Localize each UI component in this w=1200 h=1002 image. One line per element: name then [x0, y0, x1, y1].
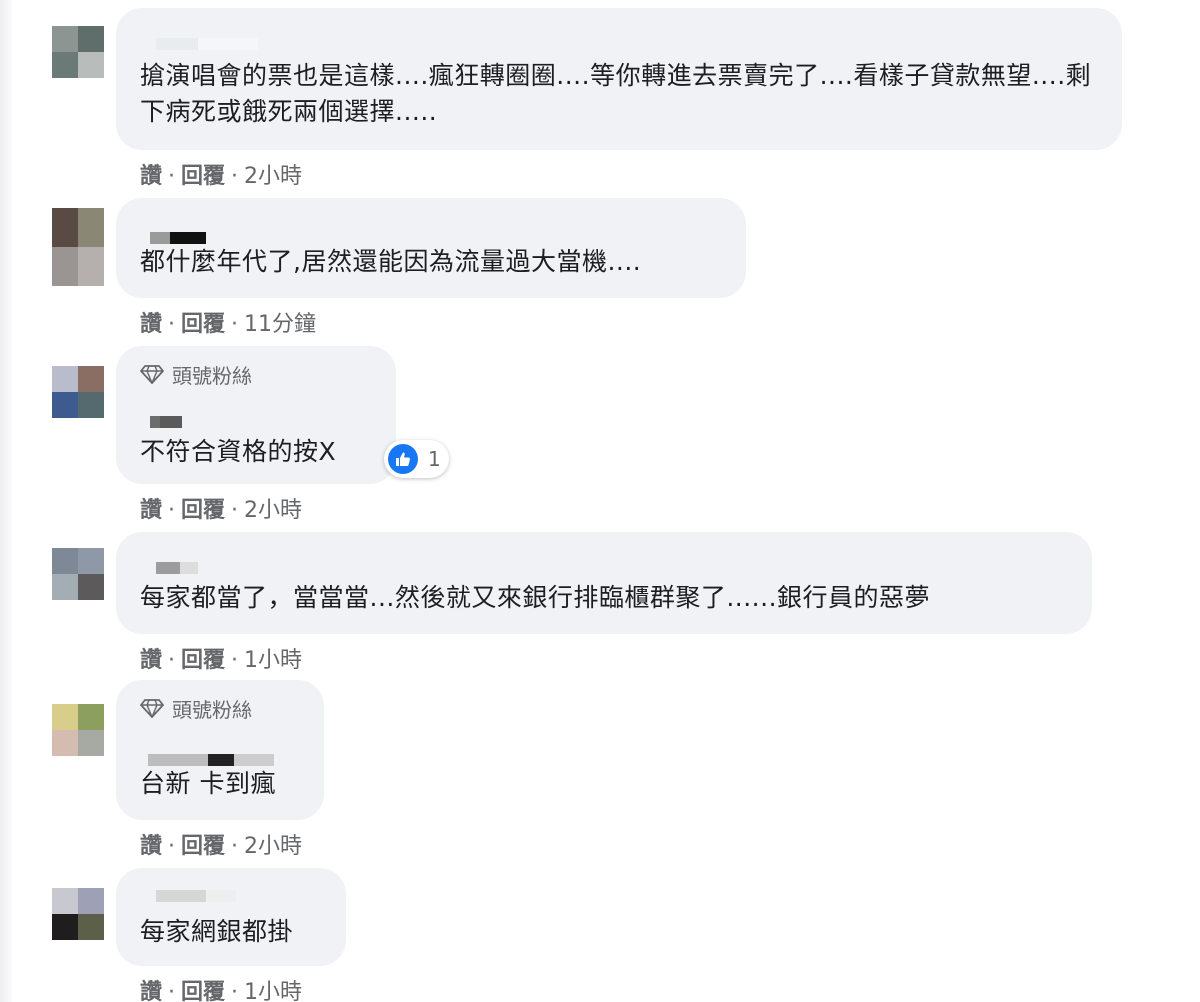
avatar-pixel: [78, 548, 104, 574]
comment-actions: 讚 · 回覆 · 2小時: [140, 834, 303, 859]
comment-bubble: 每家都當了，當當當...然後就又來銀行排臨櫃群聚了......銀行員的惡夢: [116, 532, 1092, 634]
avatar-pixel: [52, 704, 78, 730]
redacted-author-name: [150, 416, 182, 428]
comment-text: 台新 卡到瘋: [140, 769, 276, 798]
comment-bubble: 都什麼年代了,居然還能因為流量過大當機....: [116, 198, 746, 298]
avatar-pixel: [52, 730, 78, 756]
diamond-icon: [140, 699, 164, 718]
avatar[interactable]: [52, 366, 104, 418]
avatar-pixel: [78, 704, 104, 730]
reply-link[interactable]: 回覆: [181, 164, 225, 189]
timestamp-link[interactable]: 2小時: [244, 834, 302, 859]
like-link[interactable]: 讚: [140, 312, 162, 337]
avatar[interactable]: [52, 704, 104, 756]
avatar-pixel: [78, 208, 104, 247]
avatar-pixel: [78, 574, 104, 600]
like-link[interactable]: 讚: [140, 648, 162, 673]
avatar-pixel: [52, 208, 78, 247]
badge-label: 頭號粉絲: [172, 363, 252, 388]
avatar-pixel: [78, 730, 104, 756]
comment-actions: 讚 · 回覆 · 11分鐘: [140, 312, 317, 337]
avatar-pixel: [52, 914, 78, 940]
timestamp-link[interactable]: 2小時: [244, 164, 302, 189]
avatar-pixel: [78, 392, 104, 418]
avatar-pixel: [78, 888, 104, 914]
top-fan-badge: 頭號粉絲: [140, 694, 252, 722]
comment-text: 不符合資格的按X: [140, 437, 337, 466]
avatar-pixel: [52, 26, 78, 52]
avatar[interactable]: [52, 208, 104, 286]
reply-link[interactable]: 回覆: [181, 834, 225, 859]
avatar-pixel: [52, 392, 78, 418]
avatar-pixel: [78, 247, 104, 286]
avatar-pixel: [78, 52, 104, 78]
avatar-pixel: [52, 52, 78, 78]
reply-link[interactable]: 回覆: [181, 648, 225, 673]
top-fan-badge: 頭號粉絲: [140, 360, 252, 388]
comment-actions: 讚 · 回覆 · 1小時: [140, 974, 302, 1002]
reply-link[interactable]: 回覆: [181, 980, 225, 1002]
avatar-pixel: [52, 888, 78, 914]
comment-bubble: 頭號粉絲 不符合資格的按X: [116, 346, 396, 484]
comment-thread: 搶演唱會的票也是這樣....瘋狂轉圈圈....等你轉進去票賣完了....看樣子貸…: [0, 0, 1200, 1002]
redacted-author-name: [156, 562, 198, 574]
comment-text: 每家網銀都掛: [140, 917, 294, 946]
timestamp-link[interactable]: 11分鐘: [244, 312, 316, 337]
redacted-author-name: [148, 754, 274, 766]
redacted-author-name: [156, 890, 236, 902]
comment-text: 搶演唱會的票也是這樣....瘋狂轉圈圈....等你轉進去票賣完了....看樣子貸…: [140, 61, 1092, 126]
avatar-pixel: [52, 574, 78, 600]
timestamp-link[interactable]: 2小時: [244, 498, 302, 523]
redacted-author-name: [150, 232, 206, 244]
page-edge: [0, 0, 12, 1002]
reply-link[interactable]: 回覆: [181, 498, 225, 523]
comment-bubble: 搶演唱會的票也是這樣....瘋狂轉圈圈....等你轉進去票賣完了....看樣子貸…: [116, 8, 1122, 150]
reaction-count: 1: [428, 447, 441, 471]
badge-label: 頭號粉絲: [172, 697, 252, 722]
comment-text: 每家都當了，當當當...然後就又來銀行排臨櫃群聚了......銀行員的惡夢: [140, 583, 931, 612]
reaction-summary[interactable]: 1: [384, 440, 449, 478]
avatar-pixel: [78, 914, 104, 940]
avatar-pixel: [52, 548, 78, 574]
avatar[interactable]: [52, 548, 104, 600]
avatar-pixel: [52, 247, 78, 286]
thumbs-up-icon: [388, 444, 418, 474]
timestamp-link[interactable]: 1小時: [244, 980, 302, 1002]
comment-bubble: 每家網銀都掛: [116, 868, 346, 966]
like-link[interactable]: 讚: [140, 980, 162, 1002]
like-link[interactable]: 讚: [140, 834, 162, 859]
comment-actions: 讚 · 回覆 · 2小時: [140, 164, 303, 189]
avatar-pixel: [78, 366, 104, 392]
like-link[interactable]: 讚: [140, 164, 162, 189]
redacted-author-name: [156, 38, 258, 50]
avatar[interactable]: [52, 26, 104, 78]
avatar-pixel: [78, 26, 104, 52]
avatar[interactable]: [52, 888, 104, 940]
comment-actions: 讚 · 回覆 · 1小時: [140, 648, 303, 673]
comment-actions: 讚 · 回覆 · 2小時: [140, 498, 303, 523]
comment-bubble: 頭號粉絲 台新 卡到瘋: [116, 680, 324, 820]
timestamp-link[interactable]: 1小時: [244, 648, 302, 673]
like-link[interactable]: 讚: [140, 498, 162, 523]
reply-link[interactable]: 回覆: [181, 312, 225, 337]
diamond-icon: [140, 365, 164, 384]
avatar-pixel: [52, 366, 78, 392]
comment-text: 都什麼年代了,居然還能因為流量過大當機....: [140, 247, 642, 276]
